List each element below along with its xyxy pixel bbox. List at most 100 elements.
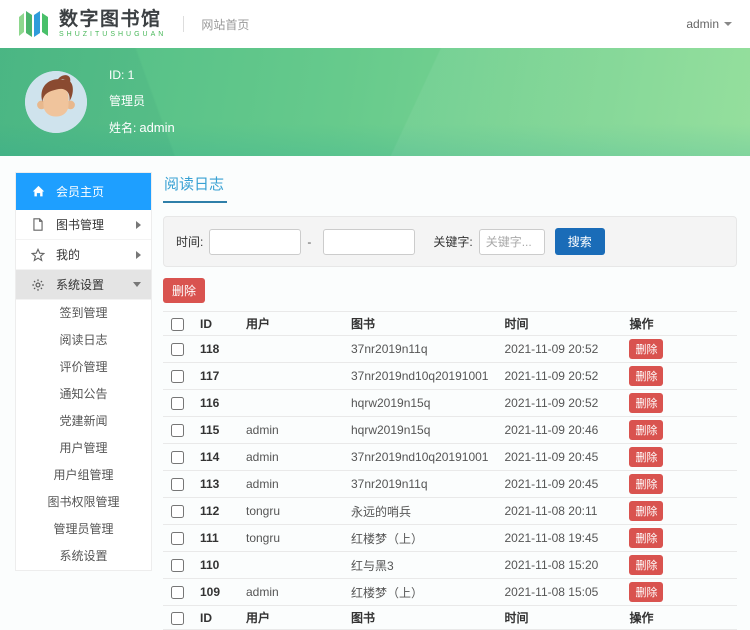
row-checkbox[interactable] [171, 397, 184, 410]
select-all-checkbox[interactable] [171, 318, 184, 331]
chevron-right-icon [136, 221, 141, 229]
sidebar-item-mine[interactable]: 我的 [16, 240, 151, 270]
cell-user: admin [238, 417, 343, 444]
time-from-input[interactable] [209, 229, 301, 255]
gear-icon [31, 278, 45, 292]
header-action: 操作 [621, 312, 737, 336]
sidebar-item-system-settings[interactable]: 系统设置 [16, 270, 151, 300]
cell-time: 2021-11-09 20:46 [496, 417, 621, 444]
cell-user [238, 336, 343, 363]
cell-user [238, 390, 343, 417]
cell-action: 删除 [621, 552, 737, 579]
cell-book: 红与黑3 [343, 552, 496, 579]
row-delete-button[interactable]: 删除 [629, 339, 663, 359]
cell-user [238, 552, 343, 579]
user-name-text: 姓名:admin [109, 119, 175, 136]
cell-book: 红楼梦（上） [343, 525, 496, 552]
cell-id: 114 [192, 444, 238, 471]
cell-book: hqrw2019n15q [343, 417, 496, 444]
sidebar-subitem[interactable]: 党建新闻 [16, 408, 151, 435]
cell-user: admin [238, 579, 343, 606]
nav-site-home[interactable]: 网站首页 [201, 16, 249, 33]
cell-action: 删除 [621, 579, 737, 606]
sidebar-subitem[interactable]: 评价管理 [16, 354, 151, 381]
sidebar-item-book-management[interactable]: 图书管理 [16, 210, 151, 240]
cell-checkbox [163, 552, 192, 579]
cell-id: 116 [192, 390, 238, 417]
cell-user [238, 363, 343, 390]
cell-user: tongru [238, 525, 343, 552]
select-all-checkbox-footer[interactable] [171, 612, 184, 625]
top-bar: 数字图书馆 SHUZITUSHUGUAN 网站首页 admin [0, 0, 750, 48]
time-range-dash: - [307, 235, 311, 249]
delete-selected-button[interactable]: 删除 [163, 278, 205, 303]
cell-user: admin [238, 444, 343, 471]
logo[interactable]: 数字图书馆 SHUZITUSHUGUAN [18, 9, 166, 39]
cell-checkbox [163, 579, 192, 606]
sidebar-subitem[interactable]: 管理员管理 [16, 516, 151, 543]
row-delete-button[interactable]: 删除 [629, 393, 663, 413]
sidebar-item-label: 我的 [56, 246, 80, 263]
sidebar-subitem[interactable]: 系统设置 [16, 543, 151, 570]
row-delete-button[interactable]: 删除 [629, 582, 663, 602]
sidebar-submenu: 签到管理阅读日志评价管理通知公告党建新闻用户管理用户组管理图书权限管理管理员管理… [16, 300, 151, 570]
row-checkbox[interactable] [171, 370, 184, 383]
row-checkbox[interactable] [171, 424, 184, 437]
keyword-input[interactable] [479, 229, 545, 255]
row-checkbox[interactable] [171, 505, 184, 518]
user-name-label: 姓名: [109, 121, 136, 135]
row-checkbox[interactable] [171, 559, 184, 572]
table-footer-row: ID 用户 图书 时间 操作 [163, 606, 737, 630]
row-delete-button[interactable]: 删除 [629, 501, 663, 521]
row-checkbox[interactable] [171, 343, 184, 356]
sidebar-subitem[interactable]: 图书权限管理 [16, 489, 151, 516]
cell-id: 110 [192, 552, 238, 579]
cell-time: 2021-11-08 20:11 [496, 498, 621, 525]
keyword-label: 关键字: [433, 233, 472, 250]
table-row: 113 admin 37nr2019n11q 2021-11-09 20:45 … [163, 471, 737, 498]
time-to-input[interactable] [323, 229, 415, 255]
row-delete-button[interactable]: 删除 [629, 366, 663, 386]
star-icon [31, 248, 45, 262]
footer-checkbox-cell [163, 606, 192, 630]
table-row: 115 admin hqrw2019n15q 2021-11-09 20:46 … [163, 417, 737, 444]
sidebar-subitem[interactable]: 签到管理 [16, 300, 151, 327]
row-delete-button[interactable]: 删除 [629, 474, 663, 494]
cell-book: 永远的哨兵 [343, 498, 496, 525]
table-row: 116 hqrw2019n15q 2021-11-09 20:52 删除 [163, 390, 737, 417]
header-book: 图书 [343, 312, 496, 336]
page-title: 阅读日志 [163, 172, 227, 203]
cell-action: 删除 [621, 471, 737, 498]
row-delete-button[interactable]: 删除 [629, 555, 663, 575]
row-checkbox[interactable] [171, 478, 184, 491]
logo-subtitle: SHUZITUSHUGUAN [59, 31, 166, 38]
sidebar-item-member-home[interactable]: 会员主页 [16, 173, 151, 210]
sidebar-subitem[interactable]: 用户组管理 [16, 462, 151, 489]
sidebar-subitem[interactable]: 用户管理 [16, 435, 151, 462]
cell-action: 删除 [621, 498, 737, 525]
row-checkbox[interactable] [171, 532, 184, 545]
user-dropdown[interactable]: admin [686, 17, 732, 31]
cell-user: admin [238, 471, 343, 498]
row-delete-button[interactable]: 删除 [629, 420, 663, 440]
topbar-divider [183, 16, 184, 32]
table-row: 118 37nr2019n11q 2021-11-09 20:52 删除 [163, 336, 737, 363]
row-delete-button[interactable]: 删除 [629, 447, 663, 467]
cell-action: 删除 [621, 525, 737, 552]
row-checkbox[interactable] [171, 586, 184, 599]
open-book-logo-icon [18, 9, 52, 39]
cell-action: 删除 [621, 417, 737, 444]
cell-time: 2021-11-09 20:52 [496, 336, 621, 363]
cell-time: 2021-11-09 20:52 [496, 363, 621, 390]
header-checkbox-cell [163, 312, 192, 336]
header-id: ID [192, 312, 238, 336]
sidebar-subitem[interactable]: 通知公告 [16, 381, 151, 408]
table-body: 118 37nr2019n11q 2021-11-09 20:52 删除 117… [163, 336, 737, 606]
reading-log-table: ID 用户 图书 时间 操作 118 37nr2019n11q 2021-11-… [163, 311, 737, 630]
row-delete-button[interactable]: 删除 [629, 528, 663, 548]
search-button[interactable]: 搜索 [555, 228, 605, 255]
cell-action: 删除 [621, 336, 737, 363]
row-checkbox[interactable] [171, 451, 184, 464]
sidebar-subitem[interactable]: 阅读日志 [16, 327, 151, 354]
header-time: 时间 [496, 312, 621, 336]
